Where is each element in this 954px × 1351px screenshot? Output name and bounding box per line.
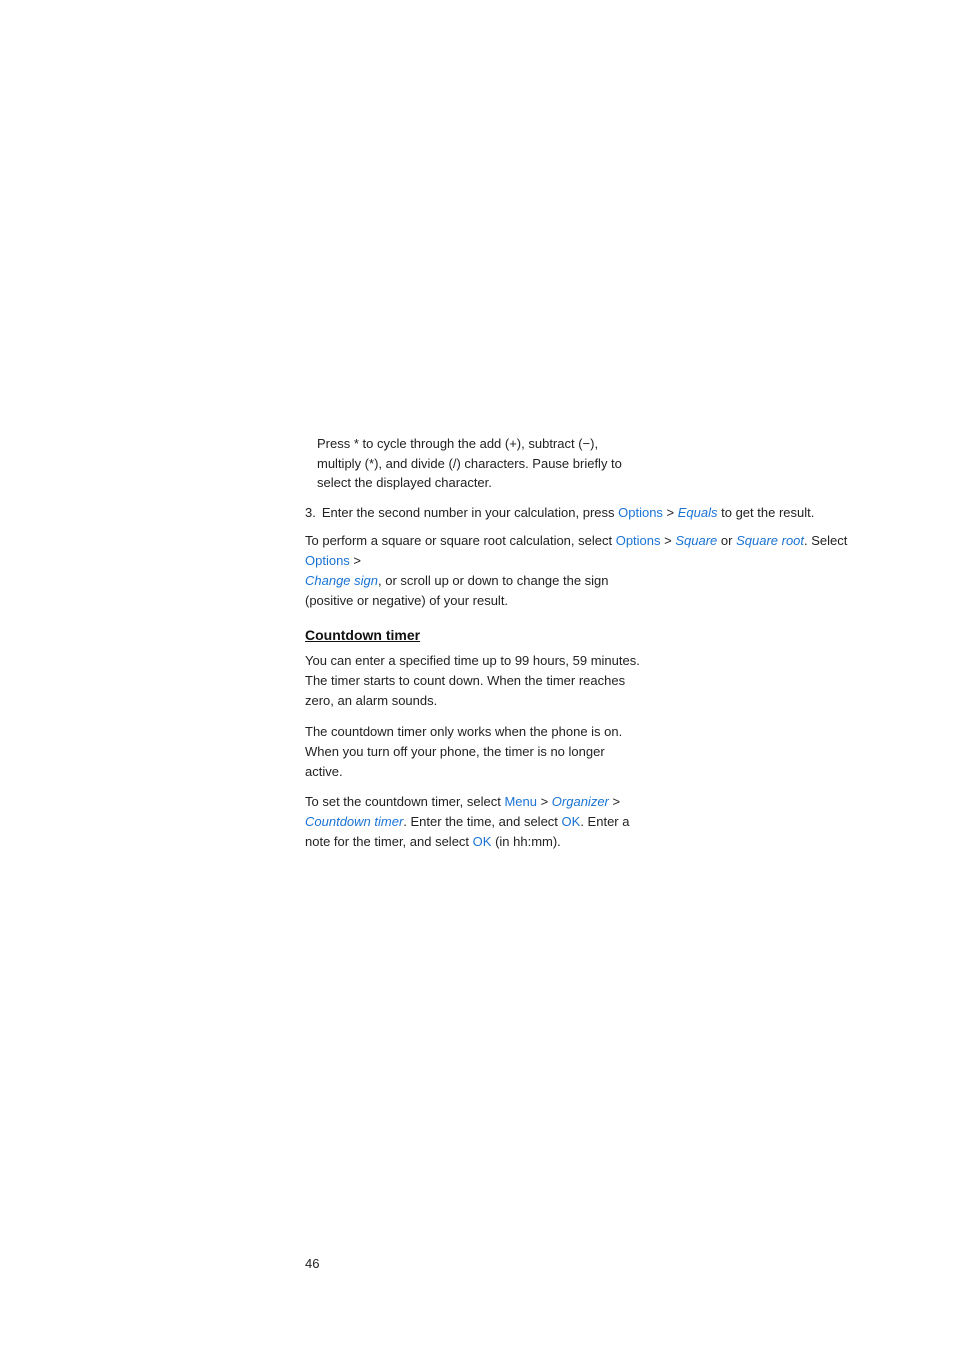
indent-line1: Press * to cycle through the add (+), su… [317, 434, 885, 454]
countdown-para-1: You can enter a specified time up to 99 … [305, 651, 885, 711]
countdown-para-3: To set the countdown timer, select Menu … [305, 792, 885, 852]
change-sign-link[interactable]: Change sign [305, 573, 378, 588]
page: Press * to cycle through the add (+), su… [0, 0, 954, 1351]
organizer-link[interactable]: Organizer [552, 794, 609, 809]
content-area: Press * to cycle through the add (+), su… [305, 430, 885, 862]
options-link-square1[interactable]: Options [616, 533, 661, 548]
indent-line3: select the displayed character. [317, 473, 885, 493]
ok-link-2[interactable]: OK [473, 834, 492, 849]
step-3-content: Enter the second number in your calculat… [322, 503, 815, 523]
square-paragraph: To perform a square or square root calcu… [305, 531, 885, 612]
ok-link-1[interactable]: OK [562, 814, 581, 829]
square-link[interactable]: Square [675, 533, 717, 548]
step-3-item: 3. Enter the second number in your calcu… [305, 503, 885, 523]
options-link-step3[interactable]: Options [618, 505, 663, 520]
page-number: 46 [305, 1256, 319, 1271]
countdown-timer-heading: Countdown timer [305, 627, 885, 643]
menu-link[interactable]: Menu [504, 794, 537, 809]
countdown-para-2: The countdown timer only works when the … [305, 722, 885, 782]
equals-link[interactable]: Equals [678, 505, 718, 520]
options-link-square2[interactable]: Options [305, 553, 350, 568]
step-3-number: 3. [305, 503, 316, 523]
countdown-timer-link[interactable]: Countdown timer [305, 814, 403, 829]
indent-line2: multiply (*), and divide (/) characters.… [317, 454, 885, 474]
bullet-text-indent: Press * to cycle through the add (+), su… [305, 434, 885, 493]
square-root-link[interactable]: Square root [736, 533, 804, 548]
